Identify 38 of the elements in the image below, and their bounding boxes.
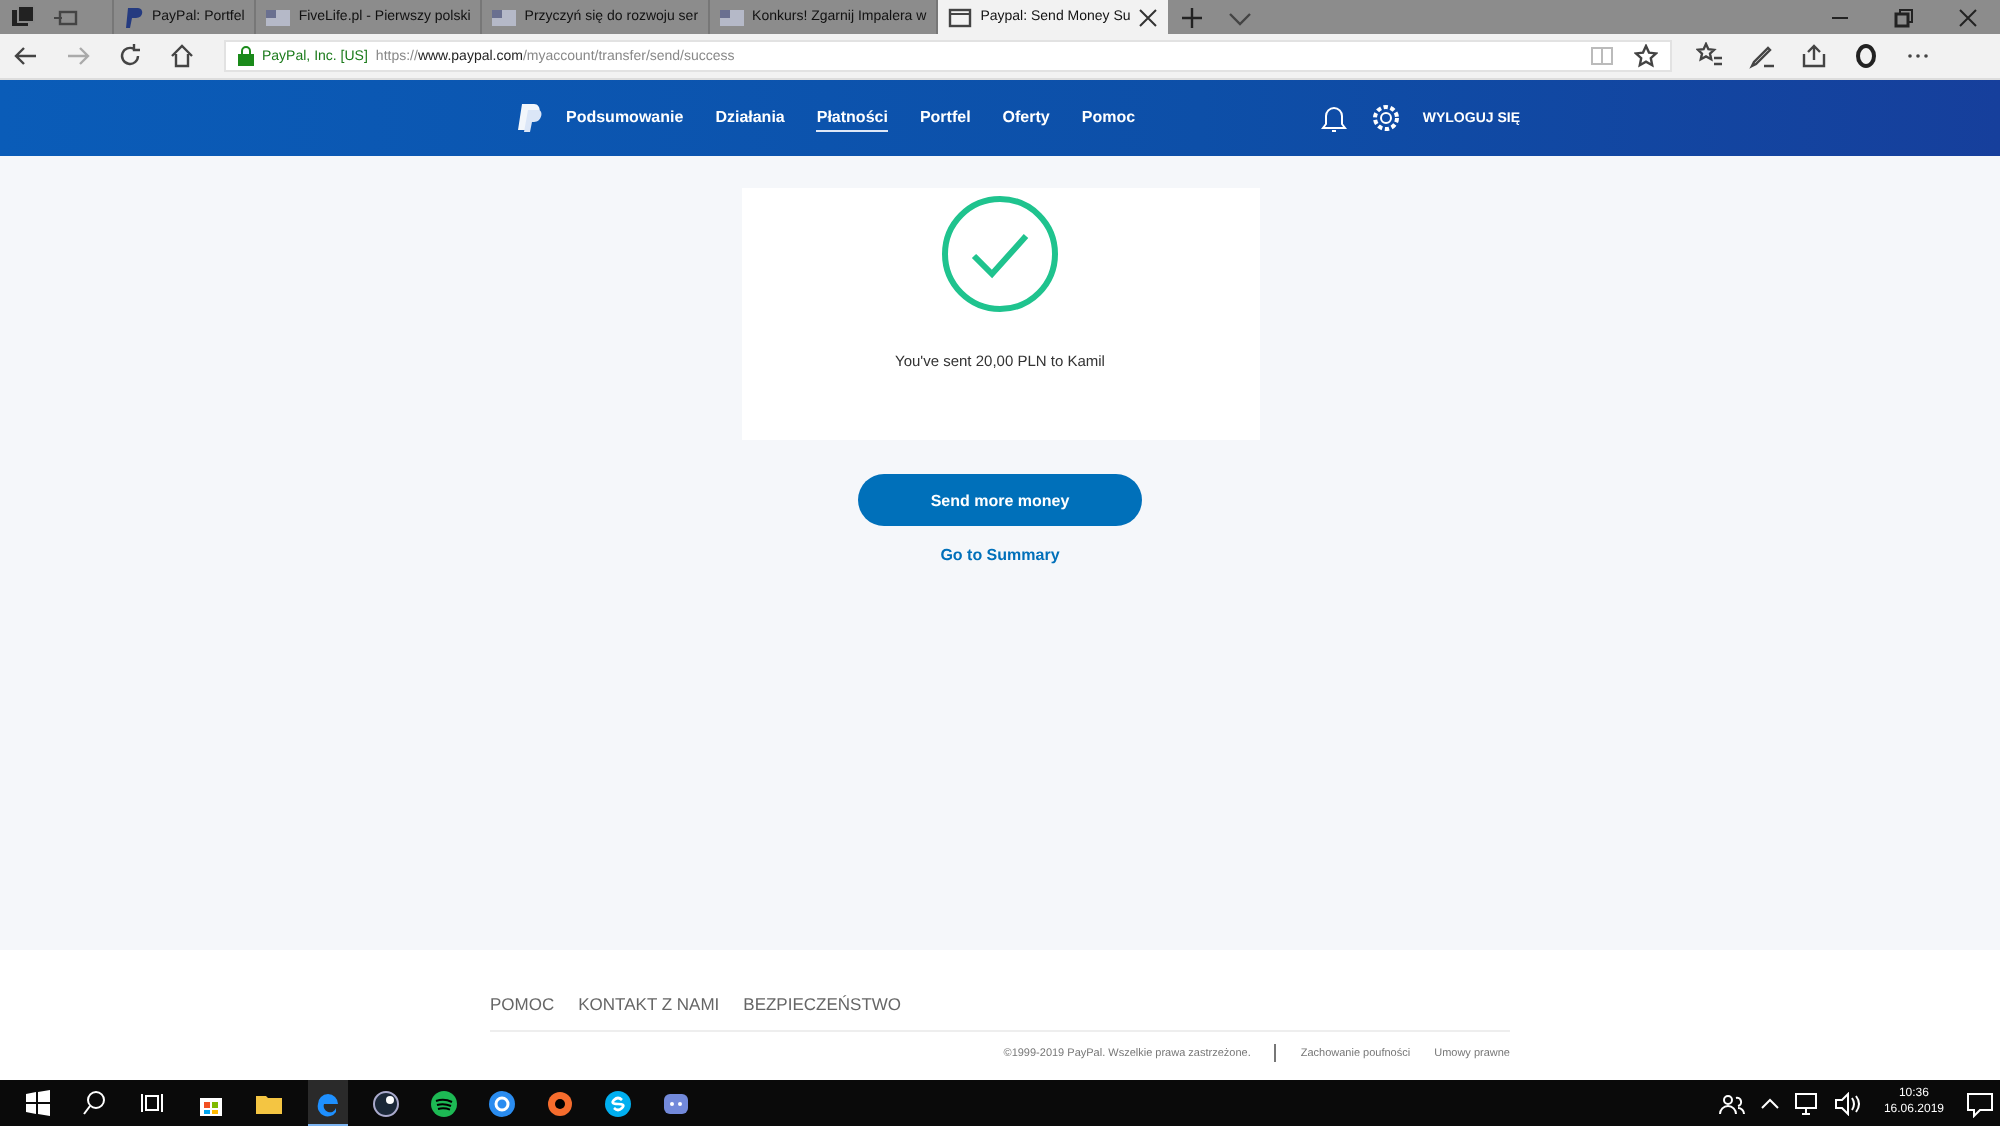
nav-link[interactable]: Pomoc bbox=[1081, 104, 1136, 132]
lock-icon bbox=[238, 46, 254, 66]
tabs-aside-icon[interactable] bbox=[8, 3, 36, 31]
people-icon[interactable] bbox=[1717, 1089, 1746, 1117]
footer-link[interactable]: POMOC bbox=[490, 994, 555, 1014]
close-icon[interactable] bbox=[1958, 7, 1978, 27]
bell-icon[interactable] bbox=[1320, 102, 1349, 134]
nav-link[interactable]: Podsumowanie bbox=[566, 104, 684, 132]
new-tab-icon[interactable] bbox=[1178, 3, 1207, 31]
page-icon bbox=[948, 5, 973, 29]
speaker-icon[interactable] bbox=[1833, 1091, 1862, 1115]
pen-icon[interactable] bbox=[1748, 42, 1776, 70]
close-icon[interactable] bbox=[1138, 7, 1159, 27]
flag-icon bbox=[266, 7, 291, 27]
share-icon[interactable] bbox=[1800, 42, 1828, 70]
nav-link[interactable]: Portfel bbox=[919, 104, 971, 132]
star-icon[interactable] bbox=[1634, 44, 1658, 68]
flag-icon bbox=[492, 7, 517, 27]
settings-icon[interactable] bbox=[1370, 102, 1403, 134]
flag-icon bbox=[720, 7, 745, 27]
summary-link[interactable]: Go to Summary bbox=[940, 546, 1060, 564]
footer-link[interactable]: BEZPIECZEŃSTWO bbox=[743, 994, 902, 1014]
checkmark-circle-icon bbox=[940, 194, 1060, 314]
paypal-logo-icon[interactable] bbox=[516, 102, 544, 134]
refresh-icon[interactable] bbox=[116, 42, 144, 70]
back-icon[interactable] bbox=[12, 42, 40, 70]
nav-link[interactable]: Działania bbox=[715, 104, 785, 132]
send-more-money-button[interactable]: Send more money bbox=[858, 474, 1142, 526]
restore-icon[interactable] bbox=[1894, 7, 1914, 27]
nav-link[interactable]: Płatności bbox=[816, 104, 888, 132]
nav-link[interactable]: Oferty bbox=[1002, 104, 1050, 132]
ring-icon[interactable] bbox=[1852, 42, 1880, 70]
favorites-icon[interactable] bbox=[1696, 42, 1724, 70]
network-icon[interactable] bbox=[1793, 1091, 1822, 1115]
home-icon[interactable] bbox=[168, 42, 196, 70]
notification-icon[interactable] bbox=[1966, 1089, 1994, 1117]
footer-link[interactable]: KONTAKT Z NAMI bbox=[578, 994, 720, 1014]
paypal-icon bbox=[124, 5, 144, 29]
